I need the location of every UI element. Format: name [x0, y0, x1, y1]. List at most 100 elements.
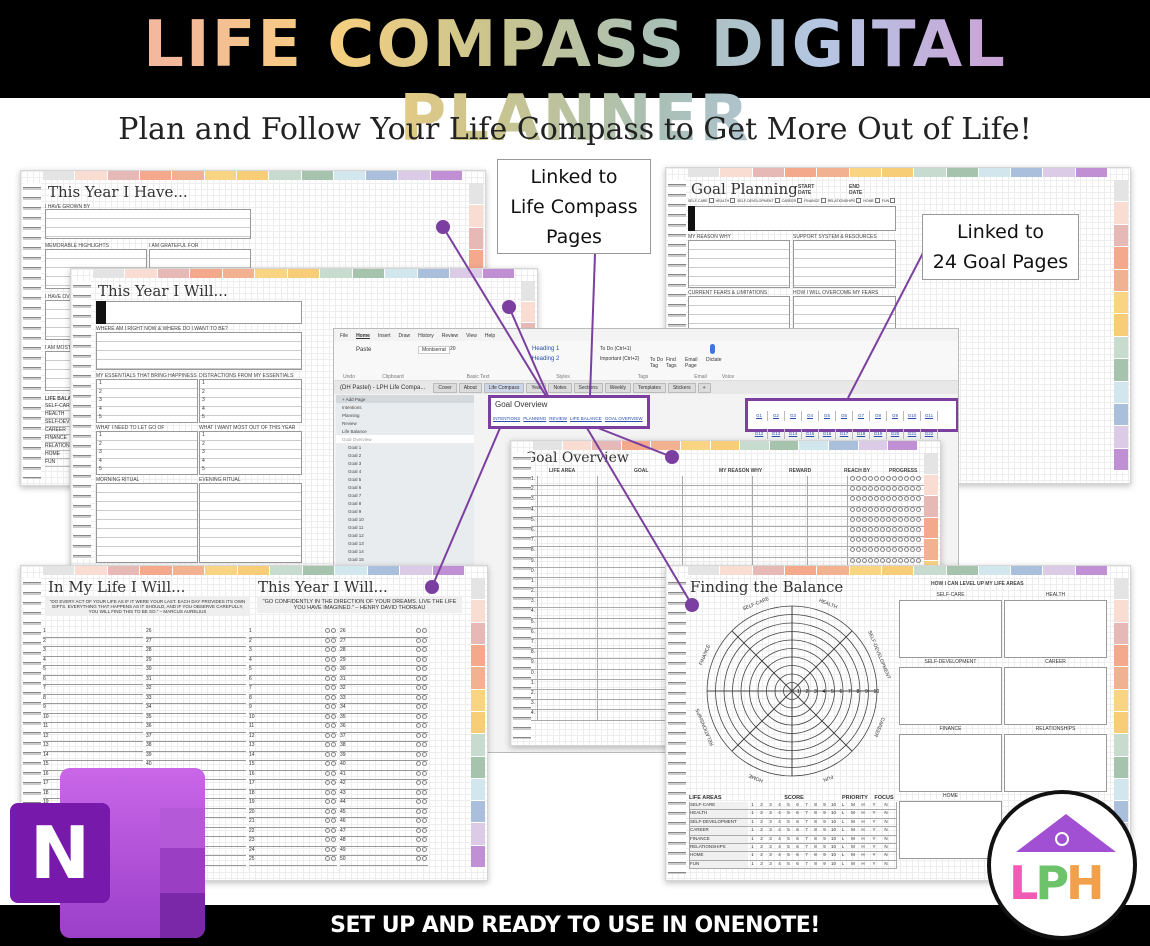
section-tab[interactable]: [1043, 168, 1076, 177]
life-area-checkbox[interactable]: SELF-DEVELOPMENT: [737, 198, 780, 203]
progress-circle[interactable]: [910, 547, 915, 553]
status-circles[interactable]: [416, 846, 428, 856]
circle[interactable]: [325, 856, 330, 861]
list-entry[interactable]: 14: [43, 752, 143, 761]
goal-link[interactable]: G22: [921, 429, 938, 439]
circle[interactable]: [416, 780, 421, 785]
table-cell[interactable]: [537, 567, 597, 577]
progress-circle[interactable]: [874, 516, 879, 522]
side-tab[interactable]: [471, 644, 485, 668]
table-cell[interactable]: [597, 526, 682, 537]
goal-link[interactable]: G3: [785, 411, 802, 421]
section-tab[interactable]: [849, 566, 882, 575]
subpage-item[interactable]: Goal 12: [336, 531, 474, 539]
priority-option[interactable]: M: [848, 836, 858, 843]
score-option[interactable]: 1: [748, 852, 757, 859]
section-tab[interactable]: [621, 441, 652, 450]
section-tab[interactable]: [139, 171, 173, 180]
progress-circles[interactable]: [847, 526, 922, 537]
circle[interactable]: [416, 799, 421, 804]
circle[interactable]: [325, 808, 330, 814]
side-tab[interactable]: [471, 667, 485, 690]
section-tab[interactable]: [1075, 566, 1109, 575]
style-heading-2[interactable]: Heading 2: [532, 356, 559, 362]
progress-circle[interactable]: [880, 537, 885, 543]
score-option[interactable]: 5: [784, 810, 793, 817]
list-entry[interactable]: 43: [340, 789, 428, 799]
status-circles[interactable]: [416, 789, 428, 799]
priority-option[interactable]: M: [848, 802, 858, 809]
score-option[interactable]: 7: [802, 844, 811, 851]
circle[interactable]: [416, 856, 421, 861]
progress-circle[interactable]: [880, 526, 885, 532]
circle[interactable]: [331, 704, 336, 709]
score-option[interactable]: 2: [757, 836, 766, 843]
circle[interactable]: [331, 799, 336, 804]
section-tab[interactable]: [93, 269, 126, 278]
status-circles[interactable]: [325, 666, 337, 675]
progress-circle[interactable]: [856, 506, 861, 512]
progress-circle[interactable]: [904, 516, 909, 522]
status-circles[interactable]: [325, 808, 337, 818]
table-row[interactable]: 5.: [525, 516, 925, 527]
table-cell[interactable]: [537, 649, 597, 659]
circle[interactable]: [331, 846, 336, 852]
section-tab[interactable]: [752, 168, 785, 177]
score-option[interactable]: 8: [811, 802, 820, 809]
side-tab[interactable]: [924, 517, 938, 540]
score-option[interactable]: 3: [766, 802, 775, 809]
list-entry[interactable]: 34: [340, 704, 428, 714]
let-go-list[interactable]: 1 2 34 5: [96, 431, 198, 475]
goal-link[interactable]: G16: [819, 429, 836, 439]
table-cell[interactable]: [807, 516, 847, 526]
section-tab[interactable]: [1011, 168, 1044, 177]
circle[interactable]: [416, 789, 421, 795]
life-area-checkbox[interactable]: FUN: [882, 198, 896, 203]
priority-option[interactable]: M: [848, 819, 858, 826]
circle[interactable]: [416, 675, 421, 681]
status-circles[interactable]: [416, 685, 428, 694]
table-cell[interactable]: [537, 618, 597, 628]
circle[interactable]: [325, 837, 330, 842]
list-entry[interactable]: 26: [146, 628, 246, 638]
progress-circle[interactable]: [874, 476, 879, 481]
circle[interactable]: [325, 628, 330, 633]
progress-circle[interactable]: [874, 496, 879, 502]
vision-field[interactable]: [96, 301, 302, 324]
score-option[interactable]: 1: [748, 827, 757, 834]
goal-link[interactable]: G18: [853, 429, 870, 439]
circle[interactable]: [422, 751, 427, 757]
focus-option[interactable]: Y: [868, 819, 880, 826]
checkbox[interactable]: [730, 198, 736, 203]
progress-circle[interactable]: [868, 547, 873, 553]
list-entry[interactable]: 13: [43, 742, 143, 752]
list-entry[interactable]: 10: [249, 713, 337, 723]
focus-option[interactable]: Y: [868, 802, 880, 809]
circle[interactable]: [331, 742, 336, 747]
circle[interactable]: [331, 666, 336, 671]
circle[interactable]: [325, 704, 330, 709]
score-option[interactable]: 1: [748, 861, 757, 868]
table-cell[interactable]: [807, 537, 847, 547]
progress-circle[interactable]: [850, 526, 855, 532]
table-cell[interactable]: [752, 506, 807, 516]
side-tab[interactable]: [1114, 448, 1128, 472]
side-tab[interactable]: [471, 756, 485, 779]
score-option[interactable]: 9: [820, 827, 829, 834]
list-entry[interactable]: 7: [43, 685, 143, 695]
status-circles[interactable]: [325, 647, 337, 656]
status-circles[interactable]: [325, 685, 337, 694]
section-tab[interactable]: [858, 441, 889, 450]
list-entry[interactable]: 32: [146, 685, 246, 695]
score-option[interactable]: 3: [766, 836, 775, 843]
progress-circle[interactable]: [850, 486, 855, 492]
section-tab[interactable]: [125, 269, 158, 278]
subpage-item[interactable]: Goal 11: [336, 523, 474, 531]
progress-circle[interactable]: [868, 476, 873, 481]
progress-circle[interactable]: [916, 526, 921, 532]
progress-circle[interactable]: [910, 486, 915, 492]
circle[interactable]: [331, 723, 336, 728]
list-entry[interactable]: 20: [249, 808, 337, 818]
progress-circle[interactable]: [880, 486, 885, 492]
section-tab[interactable]: [432, 566, 466, 575]
